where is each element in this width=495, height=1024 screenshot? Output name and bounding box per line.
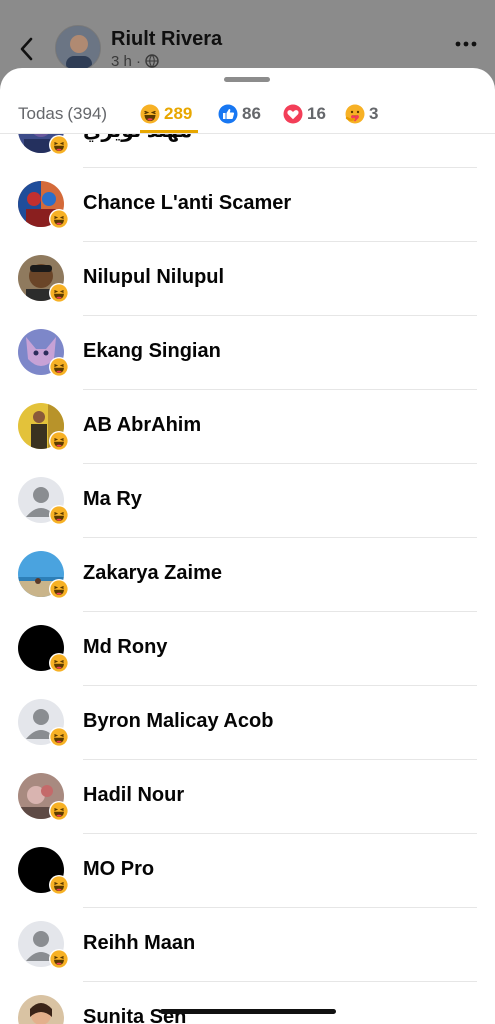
tab-all-count: (394) bbox=[67, 104, 108, 123]
love-icon bbox=[283, 104, 303, 124]
haha-badge-icon bbox=[49, 357, 69, 377]
sheet-grabber[interactable] bbox=[224, 77, 270, 82]
haha-badge-icon bbox=[49, 875, 69, 895]
reaction-tabs: Todas (394) 289 86 16 3 bbox=[0, 90, 495, 134]
tab-care[interactable]: 3 bbox=[345, 96, 378, 132]
haha-badge-icon bbox=[49, 727, 69, 747]
list-item[interactable]: Reihh Maan bbox=[0, 908, 495, 982]
list-item[interactable]: Ma Ry bbox=[0, 464, 495, 538]
haha-emoji-icon bbox=[140, 104, 160, 124]
reactions-sheet: Todas (394) 289 86 16 3 Chance L'anti Sc… bbox=[0, 68, 495, 1024]
tab-like-count: 86 bbox=[242, 104, 261, 123]
list-item[interactable]: Byron Malicay Acob bbox=[0, 686, 495, 760]
list-item[interactable]: AB AbrAhim bbox=[0, 390, 495, 464]
tab-love[interactable]: 16 bbox=[283, 96, 326, 132]
reactor-name[interactable]: Ekang Singian bbox=[83, 340, 221, 363]
reactor-name[interactable]: Zakarya Zaime bbox=[83, 562, 222, 585]
list-item[interactable]: Nilupul Nilupul bbox=[0, 242, 495, 316]
list-item[interactable]: Md Rony bbox=[0, 612, 495, 686]
reactors-list[interactable]: مهند نويري Chance L'anti Scamer bbox=[0, 134, 495, 1024]
author-avatar[interactable] bbox=[55, 25, 101, 71]
haha-badge-icon bbox=[49, 949, 69, 969]
list-item[interactable]: Ekang Singian bbox=[0, 316, 495, 390]
haha-badge-icon bbox=[49, 431, 69, 451]
haha-badge-icon bbox=[49, 801, 69, 821]
avatar bbox=[18, 995, 64, 1024]
haha-badge-icon bbox=[49, 209, 69, 229]
haha-badge-icon bbox=[49, 579, 69, 599]
list-item[interactable]: Sunita Sen bbox=[0, 982, 495, 1024]
list-item[interactable]: مهند نويري bbox=[0, 134, 495, 168]
haha-badge-icon bbox=[49, 283, 69, 303]
reactor-name[interactable]: MO Pro bbox=[83, 858, 154, 881]
reactor-name[interactable]: Chance L'anti Scamer bbox=[83, 192, 291, 215]
tab-care-count: 3 bbox=[369, 104, 379, 123]
tab-like[interactable]: 86 bbox=[218, 96, 261, 132]
tab-love-count: 16 bbox=[307, 104, 326, 123]
list-item[interactable]: Chance L'anti Scamer bbox=[0, 168, 495, 242]
tab-haha[interactable]: 289 bbox=[140, 96, 192, 132]
care-emoji-icon bbox=[345, 104, 365, 124]
haha-badge-icon bbox=[49, 135, 69, 155]
list-item[interactable]: MO Pro bbox=[0, 834, 495, 908]
list-item[interactable]: Hadil Nour bbox=[0, 760, 495, 834]
reactor-name[interactable]: Nilupul Nilupul bbox=[83, 266, 224, 289]
home-indicator[interactable] bbox=[160, 1009, 336, 1014]
tab-all[interactable]: Todas (394) bbox=[18, 96, 107, 132]
reactor-name[interactable]: Md Rony bbox=[83, 636, 167, 659]
reactor-name[interactable]: Reihh Maan bbox=[83, 932, 195, 955]
haha-badge-icon bbox=[49, 505, 69, 525]
globe-icon bbox=[145, 54, 159, 68]
active-tab-indicator bbox=[140, 130, 198, 133]
reactor-name[interactable]: Hadil Nour bbox=[83, 784, 184, 807]
reactor-name[interactable]: مهند نويري bbox=[83, 134, 192, 143]
like-icon bbox=[218, 104, 238, 124]
list-item[interactable]: Zakarya Zaime bbox=[0, 538, 495, 612]
tab-all-label: Todas bbox=[18, 104, 64, 123]
reactor-name[interactable]: Byron Malicay Acob bbox=[83, 710, 273, 733]
reactor-name[interactable]: AB AbrAhim bbox=[83, 414, 201, 437]
tab-haha-count: 289 bbox=[164, 104, 193, 123]
haha-badge-icon bbox=[49, 653, 69, 673]
post-author-name[interactable]: Riult Rivera bbox=[111, 28, 222, 51]
more-icon[interactable] bbox=[455, 40, 477, 48]
reactor-name[interactable]: Ma Ry bbox=[83, 488, 142, 511]
back-chevron-icon[interactable] bbox=[14, 34, 40, 64]
